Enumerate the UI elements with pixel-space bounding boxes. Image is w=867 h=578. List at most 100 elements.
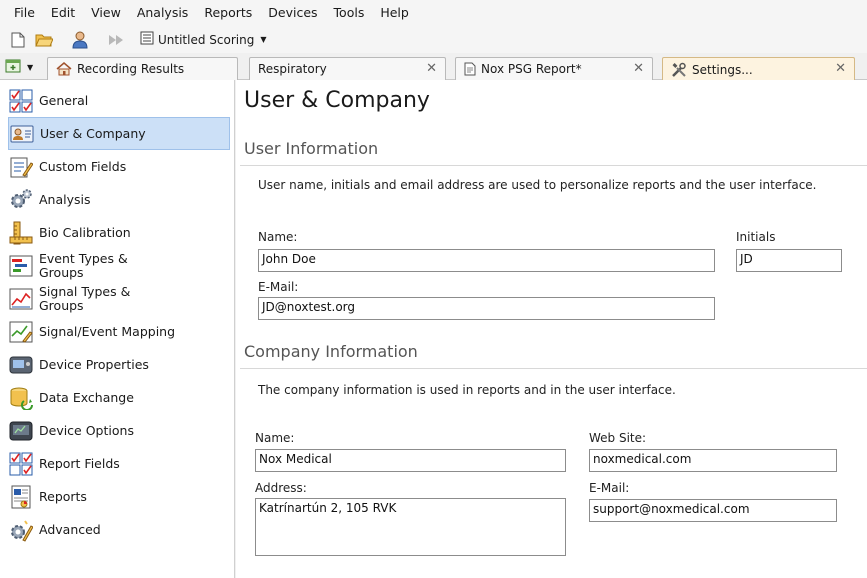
sidebar-item-label: Device Options — [39, 422, 134, 438]
mapping-icon — [8, 319, 34, 345]
user-email-label: E-Mail: — [258, 280, 299, 294]
menu-analysis[interactable]: Analysis — [129, 0, 197, 26]
tab-nox-psg-report[interactable]: Nox PSG Report* ✕ — [455, 57, 653, 80]
home-icon — [56, 62, 72, 76]
sidebar-item-reports[interactable]: Reports — [8, 480, 230, 513]
sidebar-item-event-types[interactable]: Event Types & Groups — [8, 249, 230, 282]
sidebar-item-label: Analysis — [39, 191, 91, 207]
sidebar-item-report-fields[interactable]: Report Fields — [8, 447, 230, 480]
report-fields-icon — [8, 451, 34, 477]
menu-edit[interactable]: Edit — [43, 0, 83, 26]
toolbar: Untitled Scoring ▼ — [0, 26, 867, 53]
sidebar-item-general[interactable]: General — [8, 84, 230, 117]
user-info-description: User name, initials and email address ar… — [258, 178, 817, 192]
sidebar-item-label: Advanced — [39, 521, 101, 537]
menu-bar: File Edit View Analysis Reports Devices … — [0, 0, 867, 26]
device-options-icon — [8, 418, 34, 444]
company-email-field[interactable]: support@noxmedical.com — [589, 499, 837, 522]
sidebar-item-label: Report Fields — [39, 455, 120, 471]
new-tab-button[interactable]: ▼ — [5, 57, 39, 78]
report-icon — [8, 484, 34, 510]
sidebar-item-label: Custom Fields — [39, 158, 127, 174]
website-label: Web Site: — [589, 431, 647, 445]
tools-icon — [671, 62, 687, 78]
menu-tools[interactable]: Tools — [326, 0, 373, 26]
new-file-icon[interactable] — [8, 30, 28, 50]
user-card-icon — [9, 121, 35, 147]
company-email-label: E-Mail: — [589, 481, 630, 495]
close-icon[interactable]: ✕ — [426, 61, 437, 76]
section-divider — [240, 368, 867, 369]
patient-icon[interactable] — [70, 30, 90, 50]
initials-field[interactable]: JD — [736, 249, 842, 272]
close-icon[interactable]: ✕ — [633, 61, 644, 76]
tab-label: Nox PSG Report* — [481, 62, 582, 76]
signal-chart-icon — [8, 286, 34, 312]
user-name-label: Name: — [258, 230, 298, 244]
sidebar-item-device-options[interactable]: Device Options — [8, 414, 230, 447]
section-divider — [240, 165, 867, 166]
user-email-field[interactable]: JD@noxtest.org — [258, 297, 715, 320]
sidebar-item-signal-event-mapping[interactable]: Signal/Event Mapping — [8, 315, 230, 348]
sidebar-item-advanced[interactable]: Advanced — [8, 513, 230, 546]
document-icon — [464, 62, 476, 76]
menu-view[interactable]: View — [83, 0, 129, 26]
scoring-icon — [140, 31, 154, 48]
address-label: Address: — [255, 481, 307, 495]
page-title: User & Company — [244, 88, 430, 113]
sidebar-item-label: Bio Calibration — [39, 224, 131, 240]
sidebar-item-custom-fields[interactable]: Custom Fields — [8, 150, 230, 183]
sidebar-item-label: Signal Types & — [39, 283, 131, 299]
database-icon — [8, 385, 34, 411]
menu-devices[interactable]: Devices — [260, 0, 325, 26]
sidebar-item-label: User & Company — [40, 125, 146, 141]
device-icon — [8, 352, 34, 378]
gears-icon — [8, 187, 34, 213]
fast-forward-icon[interactable] — [106, 30, 126, 50]
sidebar-item-label: Data Exchange — [39, 389, 134, 405]
section-title-user-information: User Information — [244, 139, 379, 158]
sidebar-item-device-properties[interactable]: Device Properties — [8, 348, 230, 381]
tab-label: Respiratory — [258, 62, 327, 76]
sidebar-item-signal-types[interactable]: Signal Types & Groups — [8, 282, 230, 315]
menu-reports[interactable]: Reports — [196, 0, 260, 26]
sidebar-item-bio-calibration[interactable]: Bio Calibration — [8, 216, 230, 249]
company-name-field[interactable]: Nox Medical — [255, 449, 566, 472]
open-folder-icon[interactable] — [34, 30, 54, 50]
sidebar-item-user-company[interactable]: User & Company — [8, 117, 230, 150]
sidebar-item-label: Reports — [39, 488, 87, 504]
company-info-description: The company information is used in repor… — [258, 383, 676, 397]
checklist-icon — [8, 88, 34, 114]
section-title-company-information: Company Information — [244, 342, 418, 361]
sidebar-item-label: Device Properties — [39, 356, 149, 372]
menu-help[interactable]: Help — [372, 0, 417, 26]
sidebar-item-label-line2: Groups — [39, 297, 84, 313]
address-field[interactable]: Katrínartún 2, 105 RVK — [255, 498, 566, 556]
user-name-field[interactable]: John Doe — [258, 249, 715, 272]
event-types-icon — [8, 253, 34, 279]
tab-respiratory[interactable]: Respiratory ✕ — [249, 57, 446, 80]
initials-label: Initials — [736, 230, 776, 244]
chevron-down-icon: ▼ — [27, 63, 34, 72]
website-field[interactable]: noxmedical.com — [589, 449, 837, 472]
sidebar-item-label: Event Types & — [39, 250, 128, 266]
sidebar-item-data-exchange[interactable]: Data Exchange — [8, 381, 230, 414]
advanced-gear-icon — [8, 517, 34, 543]
chevron-down-icon: ▼ — [260, 35, 267, 44]
tab-label: Recording Results — [77, 62, 185, 76]
document-tab-strip: ▼ Recording Results Respiratory ✕ Nox PS… — [0, 53, 867, 81]
scoring-dropdown[interactable]: Untitled Scoring ▼ — [140, 31, 266, 48]
sidebar-item-analysis[interactable]: Analysis — [8, 183, 230, 216]
form-pencil-icon — [8, 154, 34, 180]
sidebar-item-label: Signal/Event Mapping — [39, 323, 176, 339]
settings-content: User & Company User Information User nam… — [236, 80, 867, 578]
close-icon[interactable]: ✕ — [835, 61, 846, 76]
tab-recording-results[interactable]: Recording Results — [47, 57, 238, 80]
sidebar-item-label: General — [39, 92, 89, 108]
scoring-label: Untitled Scoring — [158, 32, 255, 47]
add-window-icon — [5, 58, 23, 77]
tab-settings[interactable]: Settings... ✕ — [662, 57, 855, 81]
menu-file[interactable]: File — [6, 0, 43, 26]
ruler-icon — [8, 220, 34, 246]
company-name-label: Name: — [255, 431, 295, 445]
